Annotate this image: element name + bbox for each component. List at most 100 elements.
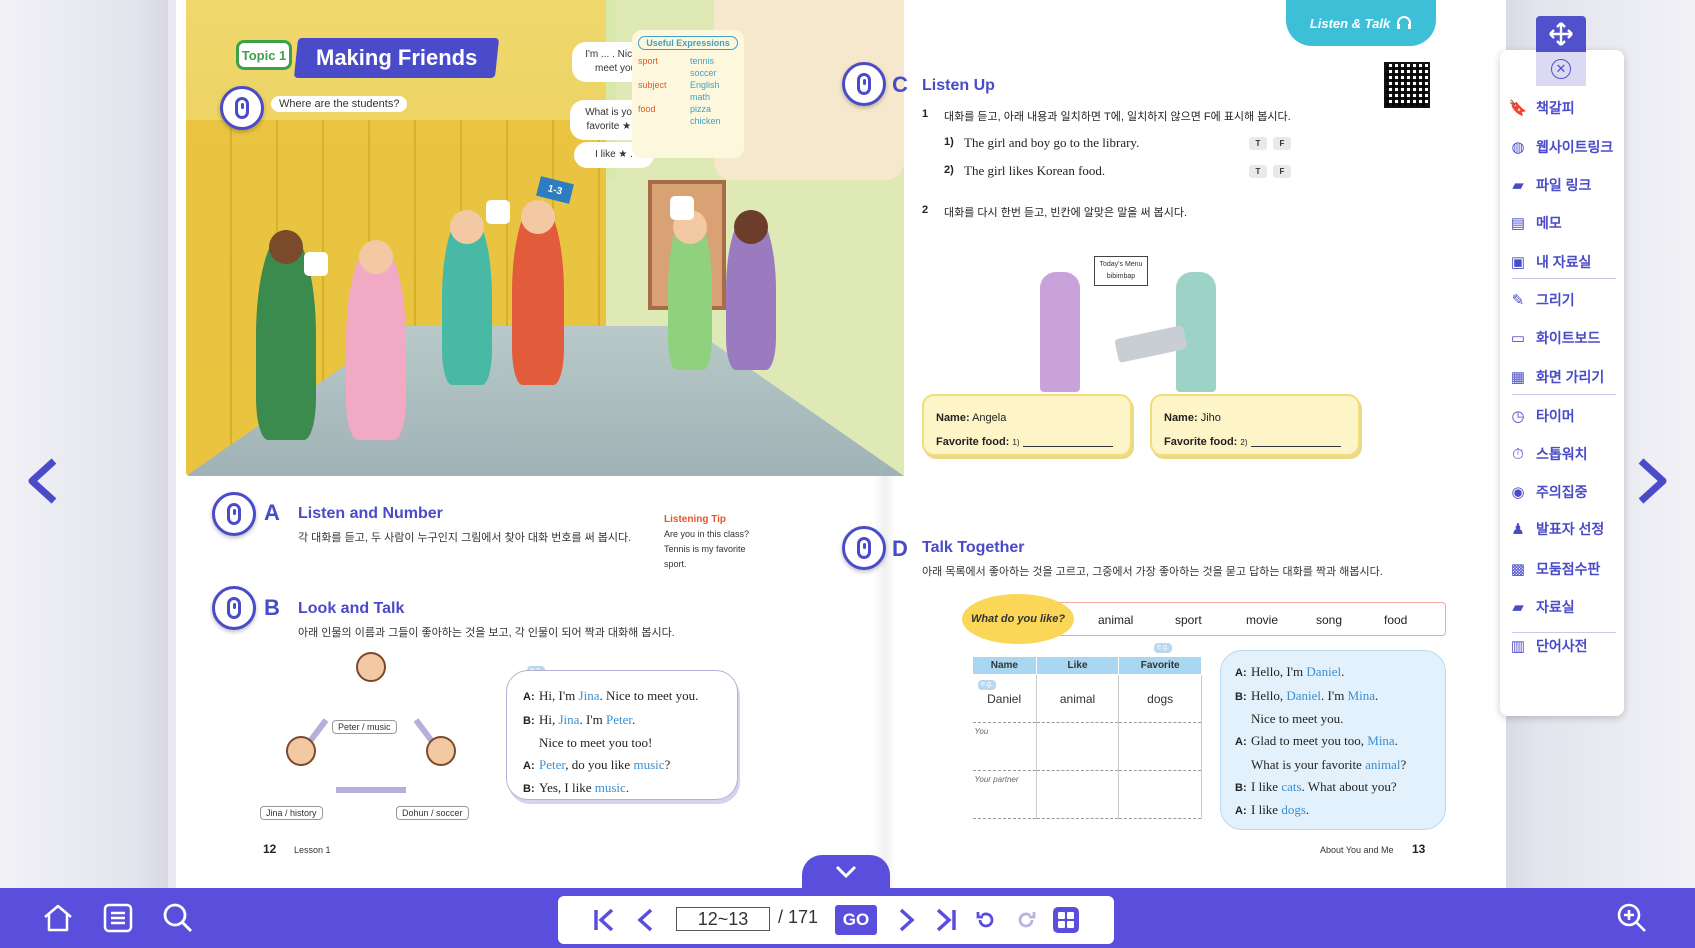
answer-blank-2[interactable] [1250, 437, 1341, 448]
answer-blank-box[interactable] [304, 252, 328, 276]
dialog-text: Nice to meet you. [1251, 711, 1344, 727]
true-option-1[interactable]: T [1249, 137, 1267, 150]
collapse-toolbar-handle[interactable] [802, 855, 890, 889]
false-option-1[interactable]: F [1273, 137, 1291, 150]
tool-panel: 🔖 책갈피 ◍ 웹사이트링크 ▰ 파일 링크 ▤ 메모 ▣ 내 자료실 ✎ 그리기 ▭ 화이트보드 ▦ 화면 … [1500, 50, 1624, 716]
undo-button[interactable] [970, 904, 1002, 936]
tool-item[interactable]: ◷ 타이머 [1508, 402, 1618, 430]
close-panel-button[interactable]: ✕ [1536, 52, 1586, 86]
true-option-2[interactable]: T [1249, 165, 1267, 178]
qr-code[interactable] [1384, 62, 1430, 108]
dialog-speaker: A: [1235, 667, 1247, 679]
table-cell-like-input[interactable] [1036, 722, 1120, 771]
useful-word: tennis [690, 56, 715, 66]
search-button[interactable] [160, 900, 196, 936]
tool-item[interactable]: ◍ 웹사이트링크 [1508, 133, 1618, 161]
q1-item-2: The girl likes Korean food. [964, 163, 1106, 178]
page-number-input[interactable] [676, 907, 770, 931]
name-card-jiho: Name: Jiho Favorite food: 2) [1150, 394, 1360, 456]
listening-tip-line: sport. [664, 559, 687, 569]
table-cell-like-input[interactable] [1036, 770, 1120, 819]
q1-instruction: 대화를 듣고, 아래 내용과 일치하면 T에, 일치하지 않으면 F에 표시해 … [944, 111, 1291, 123]
prev-page-arrow[interactable] [22, 456, 62, 506]
table-row: Your partner [972, 770, 1202, 819]
audio-play-button-a[interactable] [212, 492, 256, 536]
tool-item[interactable]: ▰ 자료실 [1508, 593, 1618, 621]
dialog-line: B: Yes, I like music. [523, 777, 721, 801]
tool-item[interactable]: ♟ 발표자 선정 [1508, 515, 1618, 543]
tool-item[interactable]: ◉ 주의집중 [1508, 478, 1618, 506]
next-page-arrow[interactable] [1633, 456, 1673, 506]
tool-item[interactable]: ▭ 화이트보드 [1508, 324, 1618, 352]
tool-item[interactable]: ▣ 내 자료실 [1508, 248, 1618, 276]
tool-item[interactable]: 🔖 책갈피 [1508, 94, 1618, 122]
undo-icon [976, 912, 994, 928]
audio-play-button-c[interactable] [842, 62, 886, 106]
choice-food[interactable]: food [1384, 613, 1407, 627]
dialog-line: B: Hi, Jina. I'm Peter. [523, 709, 721, 733]
page-label-right: About You and Me [1320, 845, 1394, 855]
false-option-2[interactable]: F [1273, 165, 1291, 178]
page-number-left: 12 [263, 842, 277, 856]
q1-item-number: 2) [944, 164, 954, 176]
char-tag-jina: Jina / history [260, 806, 323, 820]
go-button[interactable]: GO [835, 905, 877, 935]
mouse-icon [227, 597, 241, 619]
listen-talk-tab: Listen & Talk [1286, 0, 1436, 46]
attention-icon: ◉ [1511, 484, 1525, 501]
next-page-button[interactable] [890, 904, 922, 936]
choice-animal[interactable]: animal [1098, 613, 1133, 627]
file-link-icon: ▰ [1512, 177, 1524, 194]
folder-icon: ▰ [1512, 599, 1524, 616]
q1-number: 1 [922, 108, 929, 120]
headphones-icon [1397, 16, 1412, 29]
tool-item[interactable]: ▩ 모둠점수판 [1508, 555, 1618, 583]
move-panel-button[interactable] [1536, 16, 1586, 52]
home-button[interactable] [40, 900, 76, 936]
tool-item[interactable]: ▦ 화면 가리기 [1508, 363, 1618, 391]
tool-item[interactable]: ▤ 메모 [1508, 209, 1618, 237]
audio-play-button-scene[interactable] [220, 86, 264, 130]
home-icon [44, 904, 72, 932]
first-page-button[interactable] [588, 904, 620, 936]
useful-category: food [638, 104, 656, 114]
audio-play-button-d[interactable] [842, 526, 886, 570]
survey-table: Name Like Favorite Daniel animal dogs Yo… [972, 656, 1202, 819]
table-cell-favorite-input[interactable] [1118, 722, 1202, 771]
dialog-speaker: B: [1235, 690, 1247, 703]
mouse-icon [857, 537, 871, 559]
choice-movie[interactable]: movie [1246, 613, 1278, 627]
globe-icon: ◍ [1511, 139, 1525, 156]
tool-item[interactable]: ✎ 그리기 [1508, 286, 1618, 314]
dialog-line: What is your favorite animal? [1235, 754, 1431, 776]
last-page-button[interactable] [930, 904, 962, 936]
textbook-spread: Topic 1 Making Friends Where are the stu… [176, 0, 1506, 888]
presenter-icon: ♟ [1511, 521, 1525, 538]
zoom-in-button[interactable] [1614, 900, 1650, 936]
answer-blank-box[interactable] [486, 200, 510, 224]
redo-button[interactable] [1010, 904, 1042, 936]
previous-page-button[interactable] [630, 904, 662, 936]
choice-song[interactable]: song [1316, 613, 1342, 627]
chevron-down-icon [835, 865, 857, 879]
tool-divider [1512, 278, 1616, 279]
grid-view-button[interactable] [1050, 904, 1082, 936]
useful-row: chicken [638, 116, 738, 126]
dialog-speaker: A: [523, 759, 535, 772]
student-figure [442, 210, 492, 385]
favorite-food-label: Favorite food: [936, 436, 1010, 448]
answer-blank-box[interactable] [670, 196, 694, 220]
tool-item[interactable]: ▥ 단어사전 [1508, 632, 1618, 660]
table-of-contents-button[interactable] [100, 900, 136, 936]
answer-blank-1[interactable] [1022, 437, 1113, 448]
tool-item[interactable]: ⏱ 스톱워치 [1508, 440, 1618, 468]
table-cell-favorite-input[interactable] [1118, 770, 1202, 819]
audio-play-button-b[interactable] [212, 586, 256, 630]
choice-sport[interactable]: sport [1175, 613, 1202, 627]
useful-row: subject English [638, 80, 738, 90]
zoom-in-icon [1617, 903, 1646, 932]
pencil-icon: ✎ [1511, 292, 1525, 309]
tool-item[interactable]: ▰ 파일 링크 [1508, 171, 1618, 199]
table-row: You [972, 722, 1202, 771]
dialog-text: Nice to meet you too! [539, 735, 653, 750]
